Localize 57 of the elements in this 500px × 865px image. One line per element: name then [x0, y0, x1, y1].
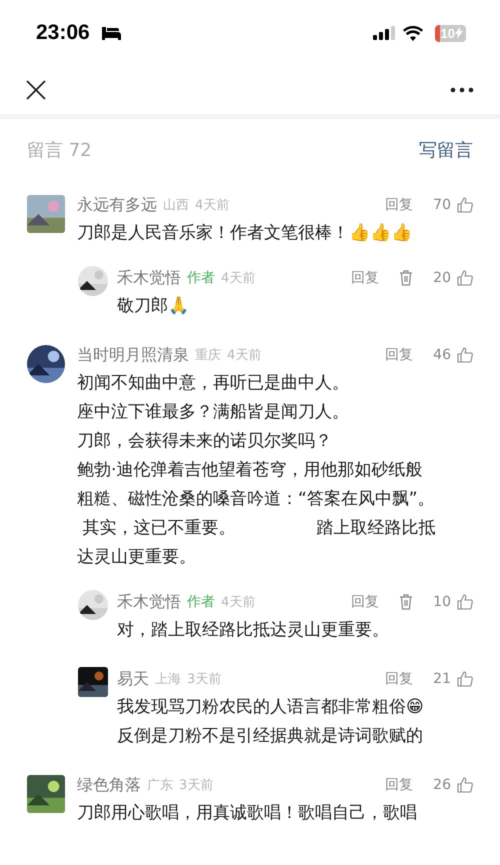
- comment-text: 我发现骂刀粉农民的人语言都非常粗俗😁: [117, 696, 425, 719]
- user-name: 禾木觉悟: [117, 268, 181, 288]
- comment-time: 4天前: [221, 270, 256, 287]
- comments-count: 留言 72: [27, 139, 92, 162]
- author-label: 作者: [187, 593, 215, 611]
- like-icon[interactable]: [457, 197, 473, 213]
- comment-text: 敬刀郎🙏: [117, 295, 190, 318]
- comment-text: 刀郎是人民音乐家！作者文笔很棒！👍👍👍: [77, 222, 413, 245]
- like-icon[interactable]: [457, 594, 473, 610]
- comment-text: 反倒是刀粉不是引经据典就是诗词歌赋的: [117, 725, 424, 748]
- user-region: 山西: [163, 197, 189, 214]
- like-count: 21: [433, 671, 451, 687]
- reply-link[interactable]: 回复: [351, 269, 380, 287]
- like-icon[interactable]: [457, 671, 473, 687]
- comment-text: 初闻不知曲中意，再听已是曲中人。: [77, 372, 350, 395]
- reply-link[interactable]: 回复: [385, 196, 414, 214]
- like-icon[interactable]: [457, 347, 473, 363]
- user-name: 易天: [117, 668, 149, 690]
- like-count: 20: [433, 270, 451, 286]
- like-count: 70: [433, 197, 451, 213]
- user-region: 广东: [147, 777, 173, 794]
- signal-icon: [372, 26, 395, 40]
- comment-time: 4天前: [227, 347, 262, 364]
- user-region: 上海: [155, 671, 181, 688]
- comment-time: 3天前: [179, 777, 214, 794]
- close-icon[interactable]: [26, 80, 46, 100]
- comment-text: 其实，这已不重要。 踏上取经路比抵达灵山更重要。: [77, 517, 436, 569]
- reply-link[interactable]: 回复: [351, 593, 380, 611]
- user-name: 绿色角落: [77, 774, 141, 796]
- comment-text: 对，踏上取经路比抵达灵山更重要。: [117, 619, 390, 642]
- reply-link[interactable]: 回复: [385, 670, 414, 688]
- like-count: 10: [433, 594, 451, 610]
- comment-text: 鲍勃·迪伦弹着吉他望着苍穹，用他那如砂纸般粗糙、磁性沧桑的嗓音吟道：“答案在风中飘”。: [77, 459, 436, 511]
- comment-time: 3天前: [187, 671, 222, 688]
- wifi-icon: [402, 26, 423, 40]
- comment-text: 刀郎，会获得未来的诺贝尔奖吗？: [77, 430, 333, 453]
- comment-time: 4天前: [195, 197, 230, 214]
- user-name: 当时明月照清泉: [77, 344, 189, 366]
- delete-icon[interactable]: [399, 270, 414, 286]
- reply-link[interactable]: 回复: [385, 346, 414, 364]
- author-label: 作者: [187, 269, 215, 287]
- more-icon[interactable]: [450, 87, 474, 93]
- user-region: 重庆: [195, 347, 221, 364]
- status-time: 23:06: [36, 21, 90, 45]
- user-name: 永远有多远: [77, 194, 157, 216]
- delete-icon[interactable]: [399, 594, 414, 610]
- like-count: 26: [433, 777, 451, 793]
- bed-icon: [100, 26, 122, 40]
- comment-text: 座中泣下谁最多？满船皆是闻刀人。: [77, 401, 350, 424]
- comment-text: 刀郎用心歌唱，用真诚歌唱！歌唱自己，歌唱: [77, 802, 418, 825]
- user-name: 禾木觉悟: [117, 592, 181, 612]
- comment-time: 4天前: [221, 594, 256, 611]
- reply-link[interactable]: 回复: [385, 776, 414, 794]
- write-comment-link[interactable]: 写留言: [419, 138, 473, 162]
- like-count: 46: [433, 347, 451, 363]
- like-icon[interactable]: [457, 270, 473, 286]
- like-icon[interactable]: [457, 777, 473, 793]
